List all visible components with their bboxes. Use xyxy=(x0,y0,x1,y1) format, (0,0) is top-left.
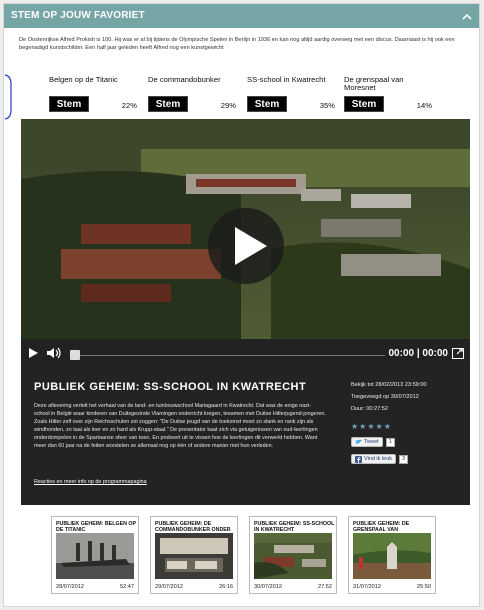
poll-percentage: 22% xyxy=(121,101,137,110)
poll-option-label: SS-school in Kwatrecht xyxy=(247,75,326,84)
poll-percentage: 35% xyxy=(319,101,335,110)
available-until: Bekijk tot 28/02/2013 23:59:00 xyxy=(351,382,427,388)
added-date: Toegevoegd op 30/07/2012 xyxy=(351,394,419,400)
like-widget: Vind ik leuk 3 xyxy=(351,454,409,464)
facebook-icon xyxy=(355,455,362,463)
related-episode-title: PUBLIEK GEHEIM: BELGEN OP DE TITANIC xyxy=(56,521,136,533)
player-controls: 00:00 | 00:00 xyxy=(21,339,470,367)
duration: Duur: 00:27:52 xyxy=(351,406,389,412)
intro-text: De Oostenrijkse Alfred Prokish is 100. H… xyxy=(19,37,455,51)
rating-stars[interactable]: ★★★★★ xyxy=(351,422,392,431)
play-icon[interactable] xyxy=(207,207,285,285)
episode-title: PUBLIEK GEHEIM: SS-SCHOOL IN KWATRECHT xyxy=(34,381,307,393)
progress-handle[interactable] xyxy=(70,350,80,360)
related-episode-date: 31/07/2012 xyxy=(353,584,381,590)
poll-option-label: De grenspaal van Moresnet xyxy=(344,75,404,92)
play-icon[interactable] xyxy=(28,347,39,359)
related-episode-date: 29/07/2012 xyxy=(155,584,183,590)
vote-button[interactable]: Stem xyxy=(148,96,188,112)
progress-track[interactable] xyxy=(79,355,385,356)
chevron-up-icon[interactable] xyxy=(460,9,474,23)
related-episode-title: PUBLIEK GEHEIM: DE GRENSPAAL VAN xyxy=(353,521,410,533)
related-episode-date: 28/07/2012 xyxy=(56,584,84,590)
poll-option: De grenspaal van Moresnet Stem 14% xyxy=(344,76,432,116)
related-episode-card[interactable]: PUBLIEK GEHEIM: DE COMMANDOBUNKER ONDER … xyxy=(150,516,238,594)
related-episode-duration: 26:16 xyxy=(219,584,233,590)
related-episode-card[interactable]: PUBLIEK GEHEIM: DE GRENSPAAL VAN 31/07/2… xyxy=(348,516,436,594)
related-episode-thumbnail xyxy=(254,533,332,579)
related-episode-thumbnail xyxy=(155,533,233,579)
time-display: 00:00 | 00:00 xyxy=(388,348,448,359)
related-episode-duration: 25:50 xyxy=(417,584,431,590)
like-label: Vind ik leuk xyxy=(364,456,393,462)
related-episode-card[interactable]: PUBLIEK GEHEIM: BELGEN OP DE TITANIC 28/… xyxy=(51,516,139,594)
twitter-bird-icon xyxy=(355,439,362,444)
tweet-button[interactable]: Tweet xyxy=(351,437,383,447)
tweet-widget: Tweet 1 xyxy=(351,437,395,447)
tweet-label: Tweet xyxy=(364,439,379,445)
related-episode-title: PUBLIEK GEHEIM: SS-SCHOOL IN KWATRECHT xyxy=(254,521,335,533)
program-page-link[interactable]: Reacties en meer info op de programmapag… xyxy=(34,479,147,485)
episode-description: Deze aflevering vertelt het verhaal van … xyxy=(34,403,326,450)
poll-percentage: 29% xyxy=(220,101,236,110)
vote-widget: STEM OP JOUW FAVORIET De Oostenrijkse Al… xyxy=(3,3,480,607)
related-episode-date: 30/07/2012 xyxy=(254,584,282,590)
fullscreen-icon[interactable] xyxy=(452,348,464,359)
related-episode-duration: 27:52 xyxy=(318,584,332,590)
tweet-count: 1 xyxy=(385,437,395,447)
related-episode-thumbnail xyxy=(56,533,134,579)
widget-title: STEM OP JOUW FAVORIET xyxy=(11,10,145,21)
poll-option-label: De commandobunker xyxy=(148,75,221,84)
volume-icon[interactable] xyxy=(46,347,62,359)
video-player[interactable] xyxy=(21,119,470,339)
related-episode-thumbnail xyxy=(353,533,431,579)
vote-button[interactable]: Stem xyxy=(49,96,89,112)
poll-option: SS-school in Kwatrecht Stem 35% xyxy=(247,76,335,116)
like-count: 3 xyxy=(399,454,409,464)
related-episode-duration: 52:47 xyxy=(120,584,134,590)
poll-option: Belgen op de Titanic Stem 22% xyxy=(49,76,137,116)
vote-button[interactable]: Stem xyxy=(344,96,384,112)
poll-option: De commandobunker Stem 29% xyxy=(148,76,236,116)
related-episode-title: PUBLIEK GEHEIM: DE COMMANDOBUNKER ONDER xyxy=(155,521,231,533)
episode-info-panel: PUBLIEK GEHEIM: SS-SCHOOL IN KWATRECHT D… xyxy=(21,367,470,505)
selection-bracket xyxy=(4,74,12,120)
vote-button[interactable]: Stem xyxy=(247,96,287,112)
poll-option-label: Belgen op de Titanic xyxy=(49,75,118,84)
poll-percentage: 14% xyxy=(416,101,432,110)
facebook-like-button[interactable]: Vind ik leuk xyxy=(351,454,397,464)
widget-header: STEM OP JOUW FAVORIET xyxy=(4,4,479,28)
related-episode-card[interactable]: PUBLIEK GEHEIM: SS-SCHOOL IN KWATRECHT 3… xyxy=(249,516,337,594)
